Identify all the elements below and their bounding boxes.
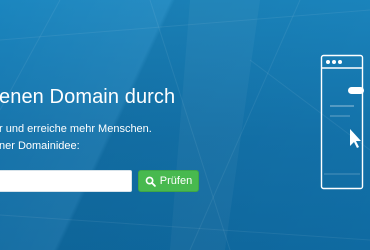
description-line-1: r und erreiche mehr Menschen. — [0, 123, 152, 135]
description-line-2: ner Domainidee: — [0, 140, 80, 152]
domain-hero-section: enen Domain durch r und erreiche mehr Me… — [0, 0, 370, 250]
check-button-label: Prüfen — [159, 175, 193, 187]
browser-window-icon — [320, 54, 364, 190]
check-button[interactable]: Prüfen — [138, 170, 199, 192]
headline: enen Domain durch — [0, 86, 176, 108]
search-icon — [145, 176, 156, 187]
domain-search-input[interactable] — [0, 170, 132, 192]
